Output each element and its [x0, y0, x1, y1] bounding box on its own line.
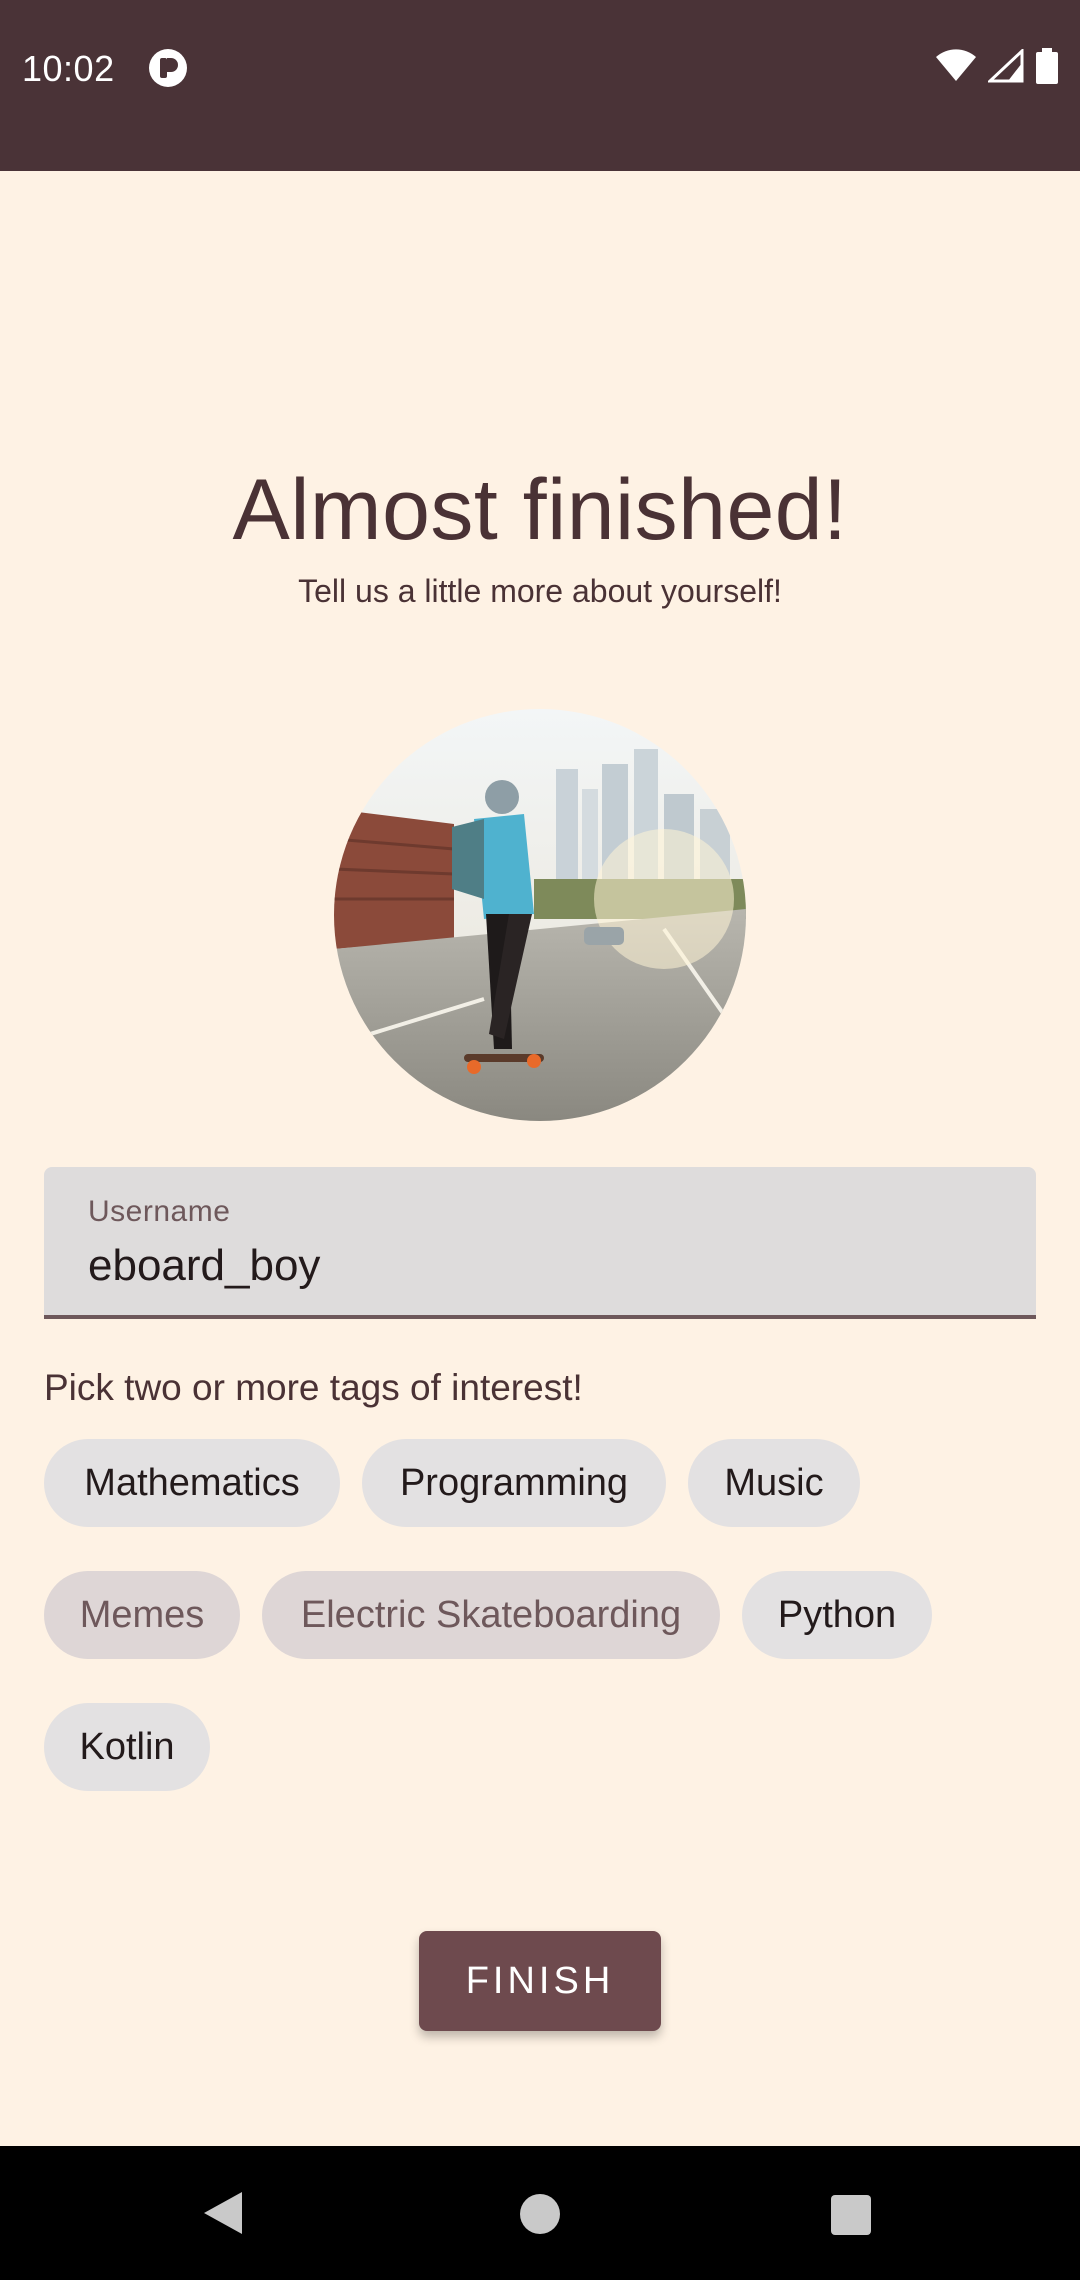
status-bar: 10:02 [0, 0, 1080, 171]
profile-photo[interactable] [334, 709, 746, 1121]
username-label: Username [88, 1195, 231, 1228]
onboarding-screen: Almost finished! Tell us a little more a… [0, 171, 1080, 2146]
cellular-signal-icon [988, 49, 1024, 83]
username-input[interactable] [88, 1241, 988, 1291]
tag-chip-programming[interactable]: Programming [362, 1439, 666, 1527]
navigation-bar [0, 2146, 1080, 2280]
tag-chip-python[interactable]: Python [742, 1571, 932, 1659]
wifi-icon [936, 49, 976, 83]
home-icon[interactable] [518, 2192, 562, 2241]
back-icon[interactable] [200, 2190, 246, 2241]
username-field[interactable]: Username [44, 1167, 1036, 1319]
tags-prompt: Pick two or more tags of interest! [44, 1367, 583, 1408]
finish-button[interactable]: FINISH [419, 1931, 661, 2031]
tag-chip-electric-skateboarding[interactable]: Electric Skateboarding [262, 1571, 720, 1659]
status-time: 10:02 [22, 48, 115, 89]
page-subtitle: Tell us a little more about yourself! [298, 573, 782, 609]
tag-chip-kotlin[interactable]: Kotlin [44, 1703, 210, 1791]
notification-app-icon [148, 48, 188, 88]
battery-icon [1036, 48, 1058, 84]
page-title: Almost finished! [232, 462, 848, 558]
tag-chip-mathematics[interactable]: Mathematics [44, 1439, 340, 1527]
tag-chip-memes[interactable]: Memes [44, 1571, 240, 1659]
tag-chip-music[interactable]: Music [688, 1439, 860, 1527]
recents-icon[interactable] [830, 2194, 872, 2241]
